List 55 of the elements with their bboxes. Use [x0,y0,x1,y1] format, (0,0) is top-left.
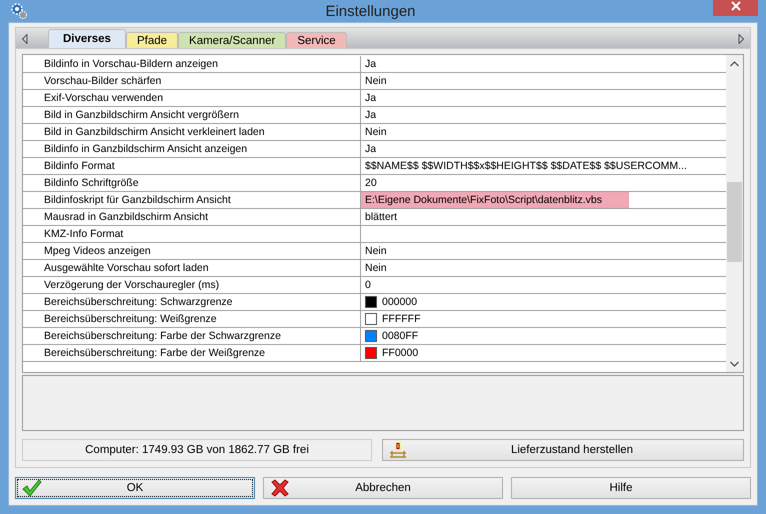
setting-label: Bildinfo in Vorschau-Bildern anzeigen [23,56,361,72]
setting-value[interactable]: Ja [361,90,380,106]
close-button[interactable] [713,0,758,16]
tab[interactable]: Kamera/Scanner [178,32,286,48]
tab[interactable]: Service [286,32,347,48]
setting-value[interactable]: 20 [361,175,381,191]
gears-icon [10,2,28,20]
setting-label: Bild in Ganzbildschirm Ansicht vergrößern [23,107,361,123]
check-icon [22,479,42,497]
disk-space-status: Computer: 1749.93 GB von 1862.77 GB frei [22,439,372,461]
setting-label: Verzögerung der Vorschauregler (ms) [23,277,361,293]
factory-reset-icon [389,441,407,459]
setting-label: Vorschau-Bilder schärfen [23,73,361,89]
window-title: Einstellungen [324,2,417,20]
setting-value[interactable]: Ja [361,107,380,123]
close-icon [730,1,740,11]
setting-value[interactable]: 000000 [378,294,422,310]
setting-label: Bild in Ganzbildschirm Ansicht verkleinert laden [23,124,361,140]
setting-value[interactable]: Nein [361,73,391,89]
setting-label: Mausrad in Ganzbildschirm Ansicht [23,209,361,225]
setting-label: Bereichsüberschreitung: Schwarzgrenze [23,294,361,310]
scrollbar-thumb[interactable] [727,182,742,262]
cancel-button[interactable]: Abbrechen [263,477,503,499]
setting-label: Bereichsüberschreitung: Weißgrenze [23,311,361,327]
setting-label: Bildinfo in Ganzbildschirm Ansicht anzeigen [23,141,361,157]
setting-value[interactable]: blättert [361,209,402,225]
tab[interactable]: Pfade [126,32,178,48]
scroll-right-icon[interactable] [738,34,744,44]
setting-value[interactable]: $$NAME$$ $$WIDTH$$x$$HEIGHT$$ $$DATE$$ $$USERCOMM... [361,158,691,174]
setting-value[interactable]: Ja [361,56,380,72]
cross-icon [270,479,290,497]
setting-label: Bildinfo Schriftgröße [23,175,361,191]
scroll-left-icon[interactable] [22,34,28,44]
setting-value[interactable]: FF0000 [378,345,422,361]
help-button[interactable]: Hilfe [511,477,751,499]
setting-label: Mpeg Videos anzeigen [23,243,361,259]
setting-label: Bereichsüberschreitung: Farbe der Schwarzgrenze [23,328,361,344]
setting-value[interactable]: 0 [361,277,375,293]
setting-value[interactable]: Ja [361,141,380,157]
ok-button[interactable]: OK [15,477,255,499]
setting-label: Ausgewählte Vorschau sofort laden [23,260,361,276]
scroll-down-icon[interactable] [730,360,739,366]
reset-button[interactable]: Lieferzustand herstellen [382,439,744,461]
setting-label: Bildinfo Format [23,158,361,174]
setting-value[interactable]: Nein [361,260,391,276]
setting-value[interactable]: Nein [361,243,391,259]
setting-value[interactable]: 0080FF [378,328,422,344]
setting-label: Bereichsüberschreitung: Farbe der Weißgrenze [23,345,361,361]
setting-value[interactable]: Nein [361,124,391,140]
scroll-up-icon[interactable] [730,60,739,66]
setting-label: KMZ-Info Format [23,226,361,242]
setting-value[interactable]: FFFFFF [378,311,424,327]
setting-value[interactable]: E:\Eigene Dokumente\FixFoto\Script\datenblitz.vbs [361,192,629,208]
tab[interactable]: Diverses [48,29,126,48]
setting-label: Exif-Vorschau verwenden [23,90,361,106]
